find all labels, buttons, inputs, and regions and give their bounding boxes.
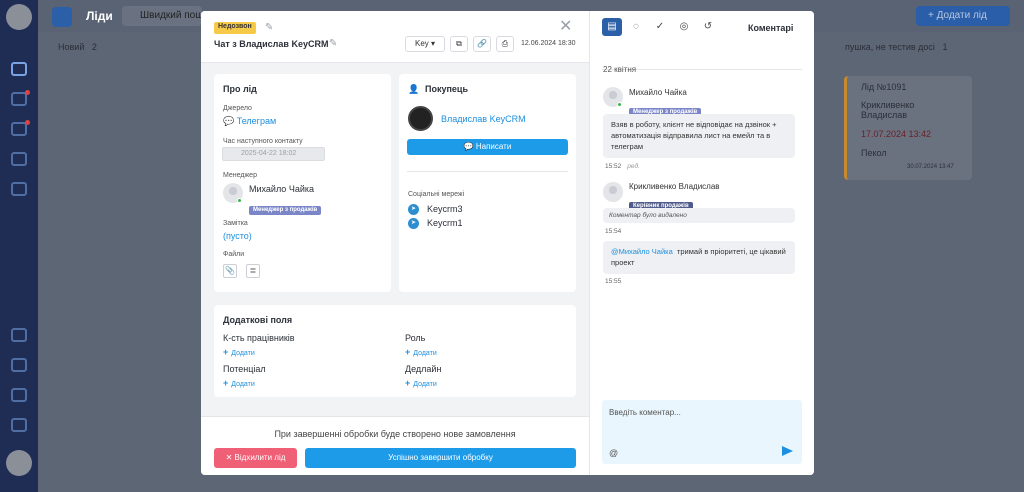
add-field-button[interactable]: + Додати xyxy=(223,378,255,388)
comment-time: 15:54 xyxy=(605,228,622,235)
comment-author: Михайло Чайка xyxy=(629,88,687,97)
avatar xyxy=(603,182,623,202)
close-icon[interactable]: ✕ xyxy=(559,19,572,35)
comment-bubble: Коментар було видалено xyxy=(603,208,795,223)
online-dot xyxy=(617,102,622,107)
comment-input[interactable]: Введіть коментар... @ xyxy=(602,400,802,464)
comment-author: Крикливенко Владислав xyxy=(629,182,720,191)
buyer-avatar xyxy=(408,106,433,131)
note-value[interactable]: (пусто) xyxy=(223,231,252,241)
send-icon[interactable] xyxy=(782,446,793,456)
notification-dot xyxy=(25,120,30,125)
mention-icon[interactable]: @ xyxy=(609,448,618,458)
source-link[interactable]: 💬 Телеграм xyxy=(223,116,276,127)
extra-fields-title: Додаткові поля xyxy=(223,315,293,325)
copy-icon[interactable]: ⧉ xyxy=(450,36,468,52)
link-icon[interactable]: 🔗 xyxy=(473,36,491,52)
comment-bubble: Взяв в роботу, клієнт не відповідає на д… xyxy=(603,114,795,158)
mention-link[interactable]: @Михайло Чайка xyxy=(611,247,673,256)
check-tab-icon[interactable]: ✓ xyxy=(650,18,670,36)
help-icon[interactable] xyxy=(11,358,27,372)
date-separator: 22 квітня xyxy=(603,65,637,74)
complete-processing-button[interactable]: Успішно завершити обробку xyxy=(305,448,576,468)
reject-lead-button[interactable]: ✕ Відхилити лід xyxy=(214,448,297,468)
document-icon[interactable]: ≣ xyxy=(246,264,260,278)
lead-info-title: Про лід xyxy=(223,84,257,94)
comments-tab-icon[interactable]: ▤ xyxy=(602,18,622,36)
modal-header: Недозвон ✎ Чат з Владислав KeyCRM ✎ ✕ Ke… xyxy=(201,11,589,63)
chat-icon: 💬 xyxy=(463,142,476,151)
analytics-icon[interactable] xyxy=(11,182,27,196)
buyer-name-link[interactable]: Владислав KeyCRM xyxy=(441,114,526,124)
add-lead-button[interactable]: + Додати лід xyxy=(916,6,1010,26)
panel-title: Коментарі xyxy=(748,23,794,33)
add-field-button[interactable]: + Додати xyxy=(405,378,437,388)
page-title: Ліди xyxy=(86,9,113,23)
column-header: Новий 2 xyxy=(58,42,97,52)
write-button[interactable]: 💬 Написати xyxy=(407,139,568,155)
edit-title-icon[interactable]: ✎ xyxy=(329,39,339,49)
comment-time: 15:55 xyxy=(605,278,622,285)
comment-placeholder: Введіть коментар... xyxy=(609,408,681,417)
print-icon[interactable]: ⎙ xyxy=(496,36,514,52)
social-link[interactable]: Keycrm1 xyxy=(427,218,463,228)
logo xyxy=(6,4,32,30)
sidebar xyxy=(0,0,38,492)
telegram-icon: ➤ xyxy=(408,218,419,229)
key-dropdown[interactable]: Key ▾ xyxy=(405,36,445,52)
comment-bubble: @Михайло Чайка тримай в пріоритеті, це ц… xyxy=(603,241,795,274)
refresh-button[interactable] xyxy=(52,7,72,27)
comments-panel: ▤ ◌ ✓ ◎ ↺ Коментарі 22 квітня Михайло Ча… xyxy=(589,11,814,475)
search-input[interactable]: Швидкий пош xyxy=(122,6,202,26)
boxes-icon[interactable] xyxy=(11,152,27,166)
add-field-button[interactable]: + Додати xyxy=(223,347,255,357)
add-field-button[interactable]: + Додати xyxy=(405,347,437,357)
next-contact-field[interactable]: 2025-04-22 18:02 xyxy=(222,147,325,161)
notification-dot xyxy=(25,90,30,95)
lead-panel: Недозвон ✎ Чат з Владислав KeyCRM ✎ ✕ Ke… xyxy=(201,11,589,475)
user-check-icon: 👤 xyxy=(408,84,420,94)
manager-name[interactable]: Михайло Чайка xyxy=(249,184,314,194)
cart-icon[interactable] xyxy=(11,62,27,76)
bell-icon[interactable] xyxy=(11,328,27,342)
status-badge[interactable]: Недозвон xyxy=(214,22,256,34)
lead-modal: Недозвон ✎ Чат з Владислав KeyCRM ✎ ✕ Ke… xyxy=(201,11,814,475)
settings-icon[interactable] xyxy=(11,388,27,402)
online-dot xyxy=(237,198,242,203)
buyer-title: Покупець xyxy=(425,84,468,94)
edit-status-icon[interactable]: ✎ xyxy=(265,23,275,33)
column-header: пушка, не тестив досі 1 xyxy=(845,42,948,52)
comment-time: 15:52 ред. xyxy=(605,163,640,170)
history-tab-icon[interactable]: ↺ xyxy=(698,18,718,36)
buyer-card: 👤 Покупець Владислав KeyCRM 💬 Написати С… xyxy=(399,74,576,292)
telegram-icon: ➤ xyxy=(408,204,419,215)
lead-info-card: Про лід Джерело 💬 Телеграм Час наступног… xyxy=(214,74,391,292)
chat-icon: 💬 xyxy=(223,116,237,126)
user-avatar[interactable] xyxy=(6,450,32,476)
modal-footer: При завершенні обробки буде створено нов… xyxy=(201,416,589,475)
close-icon: ✕ xyxy=(225,453,235,462)
cloud-icon[interactable] xyxy=(11,418,27,432)
footer-note: При завершенні обробки буде створено нов… xyxy=(274,429,516,439)
social-link[interactable]: Keycrm3 xyxy=(427,204,463,214)
target-tab-icon[interactable]: ◎ xyxy=(674,18,694,36)
chat-tab-icon[interactable]: ◌ xyxy=(626,18,646,36)
attach-icon[interactable]: 📎 xyxy=(223,264,237,278)
lead-card[interactable]: Лід №1091 Крикливенко Владислав 17.07.20… xyxy=(844,76,972,180)
extra-fields-card: Додаткові поля К-сть працівників + Додати… xyxy=(214,305,576,397)
role-badge: Менеджер з продажів xyxy=(249,206,322,215)
chat-title: Чат з Владислав KeyCRM xyxy=(214,39,329,49)
lead-date: 12.06.2024 18:30 xyxy=(521,40,576,47)
